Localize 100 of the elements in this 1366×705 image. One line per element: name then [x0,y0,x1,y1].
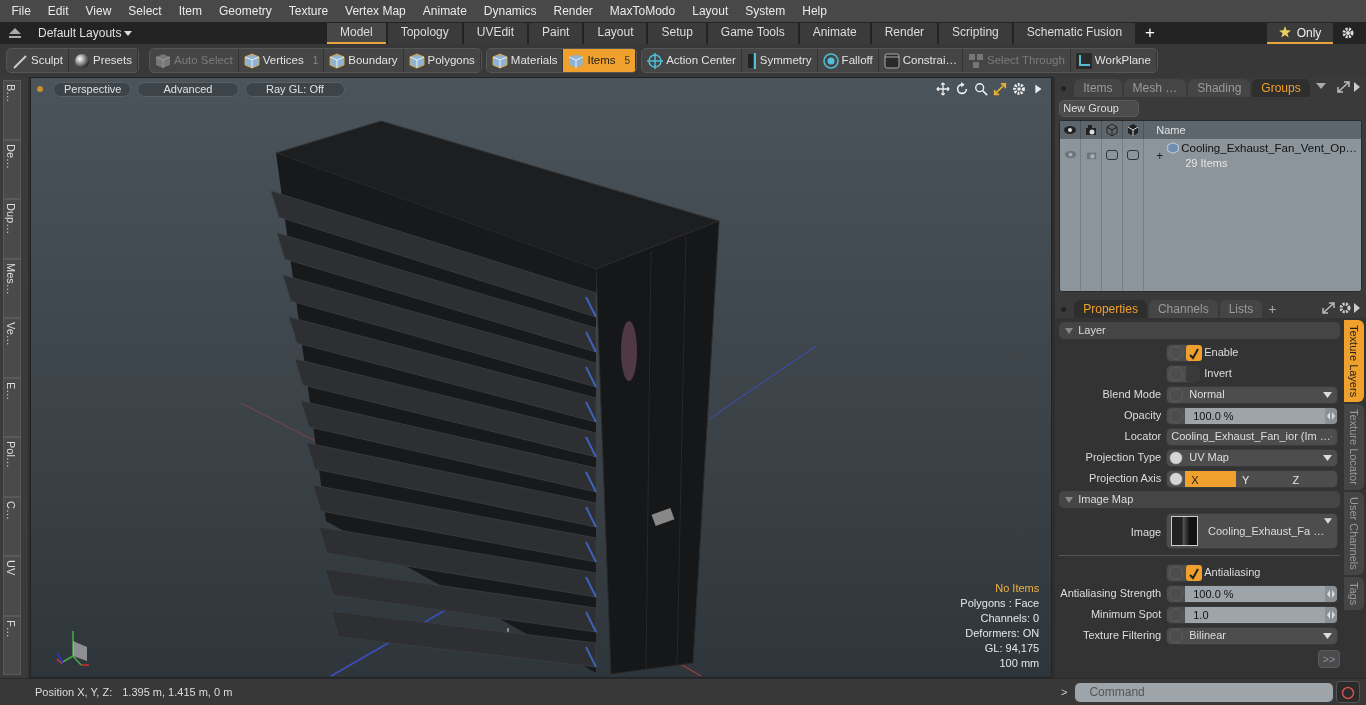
axis-option[interactable]: Y [1235,470,1287,487]
axis-option[interactable]: Z [1286,470,1338,487]
checkbox-label: Antialiasing [1204,565,1261,581]
tool-button[interactable]: Boundary [324,49,404,72]
layouts-dropdown[interactable]: Default Layouts [38,24,327,42]
menu-item[interactable]: Render [545,0,602,22]
layout-tab[interactable]: Scripting [939,22,1012,44]
number-field[interactable]: 100.0 % [1166,584,1339,603]
side-tab[interactable]: B… [3,80,21,140]
panel-tab[interactable]: Channels [1148,300,1218,318]
keyed-dot-icon[interactable] [1169,450,1184,465]
field-label: Projection Type [1084,450,1163,466]
menu-item[interactable]: Help [793,0,836,22]
caret-down-icon [1323,454,1333,461]
settings-icon[interactable] [1012,82,1027,96]
column-header[interactable]: Name [1144,121,1186,139]
expand-icon[interactable] [993,82,1008,96]
checkbox[interactable] [1186,365,1200,382]
side-tab[interactable]: Dup… [3,199,21,259]
side-tab[interactable]: UV [3,556,21,616]
menu-item[interactable]: Texture [280,0,337,22]
menu-item[interactable]: View [77,0,120,22]
layout-tab[interactable]: UVEdit [463,22,528,44]
tool-button[interactable]: Action Center [642,49,742,72]
number-field[interactable]: 100.0 % [1166,406,1339,425]
add-tab-button[interactable]: + [1268,300,1277,318]
add-tab-button[interactable]: + [1145,23,1156,43]
image-dropdown[interactable]: Cooling_Exhaust_Fa … [1166,513,1339,549]
toggle-control[interactable] [1166,364,1201,383]
menu-item[interactable]: File [3,0,40,22]
toggle-control[interactable] [1166,563,1201,582]
viewport[interactable]: Perspective Advanced Ray GL: Off No Items Polygons : Face Channels: 0 Deformers: ON GL: 94,175 100 mm [30,77,1053,678]
checkbox[interactable] [1186,564,1203,581]
viewport-option-button[interactable]: Advanced [137,81,239,97]
dropdown-field[interactable]: Bilinear [1166,626,1339,645]
side-tab[interactable]: Ve… [3,318,21,378]
menu-item[interactable]: Vertex Map [336,0,415,22]
crosshair-icon [647,52,664,69]
menu-item[interactable]: Edit [39,0,78,22]
panel-tab[interactable]: Groups [1252,79,1310,97]
command-field[interactable]: Command [1075,682,1334,702]
side-tab[interactable]: F… [3,615,21,675]
panel-tab[interactable]: Properties [1074,300,1147,318]
menu-item[interactable]: Dynamics [475,0,545,22]
tool-button[interactable]: Sculpt [7,49,69,72]
layout-tab[interactable]: Game Tools [707,22,798,44]
menu-item[interactable]: Select [119,0,171,22]
dropdown-field[interactable]: Normal [1166,385,1339,404]
only-toggle[interactable]: Only [1267,22,1333,44]
tool-button[interactable]: Presets [68,49,138,72]
layout-tab[interactable]: Paint [529,22,583,44]
layout-tab[interactable]: Animate [799,22,870,44]
menu-item[interactable]: Layout [683,0,737,22]
viewport-option-button[interactable]: Perspective [53,81,131,97]
section-header[interactable]: Layer [1059,322,1340,339]
rotate-icon[interactable] [955,82,970,96]
checkbox[interactable] [1186,344,1203,361]
vertical-tab[interactable]: Texture Layers [1344,320,1364,403]
number-field[interactable]: 1.0 [1166,605,1339,624]
dropdown-field[interactable]: UV Map [1166,448,1339,467]
tool-button[interactable]: Items 5 [563,49,637,72]
viewport-info-text: Polygons : Face [960,596,1040,611]
layout-tab[interactable]: Setup [648,22,706,44]
layout-tab[interactable]: Topology [387,22,462,44]
menu-item[interactable]: MaxToModo [601,0,684,22]
record-button[interactable] [1336,681,1361,703]
dropdown-field[interactable]: Cooling_Exhaust_Fan_ior (Im … [1166,427,1339,446]
axis-option[interactable]: X [1185,470,1236,487]
tool-button[interactable]: Polygons [403,49,481,72]
tool-button[interactable]: Symmetry [741,49,818,72]
tool-button[interactable]: Constrai… [878,49,964,72]
group-name[interactable]: Cooling_Exhaust_Fan_Vent_Op… [1181,141,1358,155]
menu-item[interactable]: Animate [414,0,476,22]
menu-item[interactable]: Item [170,0,211,22]
side-tab[interactable]: Pol… [3,437,21,497]
new-group-button[interactable]: New Group [1059,100,1140,117]
section-header[interactable]: Image Map [1059,491,1340,508]
layout-tab[interactable]: Render [871,22,938,44]
side-tab[interactable]: De… [3,139,21,199]
layout-tab[interactable]: Layout [584,22,647,44]
toggle-control[interactable] [1166,343,1201,362]
expand-toggle[interactable]: + [1156,147,1164,165]
layout-tab[interactable]: Schematic Fusion [1013,22,1136,44]
tool-button[interactable]: Materials [486,49,564,72]
tool-button[interactable]: Falloff [817,49,879,72]
side-tab[interactable]: E… [3,377,21,437]
field-label: Blend Mode [1101,387,1163,403]
slider-arrows-icon [1325,606,1338,623]
side-tab[interactable]: C… [3,496,21,556]
viewport-option-button[interactable]: Ray GL: Off [245,81,345,97]
tool-button[interactable]: Vertices 1 [238,49,325,72]
side-tab[interactable]: Mes… [3,258,21,318]
menu-item[interactable]: System [736,0,794,22]
tool-button[interactable]: WorkPlane [1070,49,1157,72]
menu-item[interactable]: Geometry [210,0,281,22]
layout-tab[interactable]: Model [327,22,386,44]
move-arrows-icon[interactable] [936,82,951,96]
keyed-dot-icon[interactable] [1169,471,1184,486]
field-label: Antialiasing Strength [1059,586,1163,602]
search-icon[interactable] [974,82,989,96]
